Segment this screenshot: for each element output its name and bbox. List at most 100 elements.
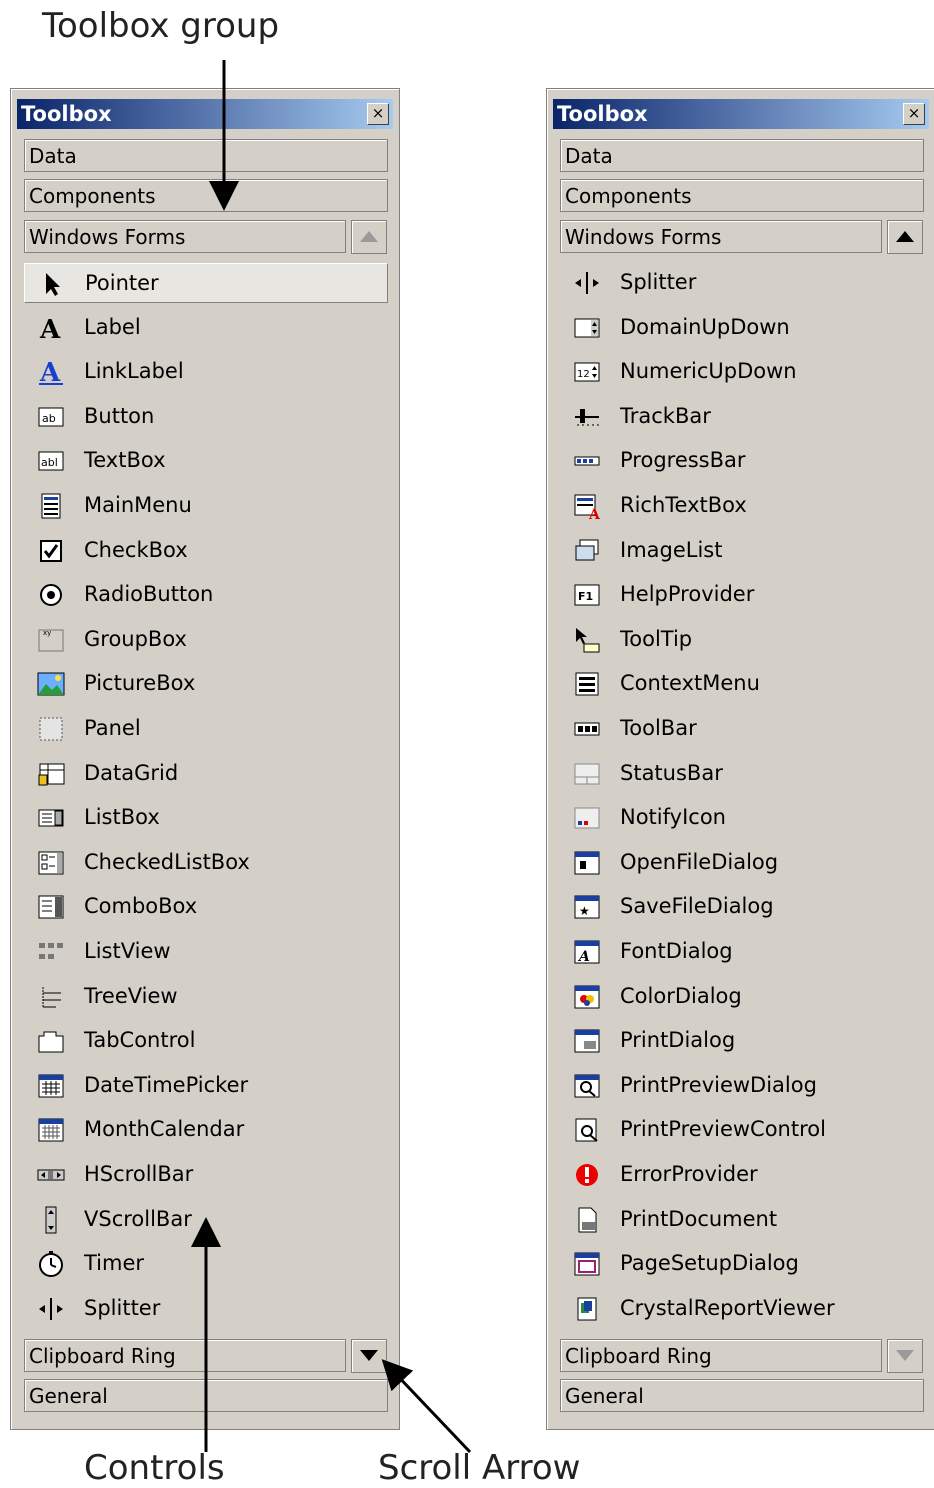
- toolbox-item[interactable]: Pointer: [24, 263, 388, 303]
- toolbox-item[interactable]: DateTimePicker: [24, 1066, 388, 1106]
- scroll-up-icon: [896, 231, 914, 242]
- toolbox-item[interactable]: ContextMenu: [560, 664, 924, 704]
- vscrollbar-icon: [36, 1206, 66, 1234]
- toolbox-item[interactable]: xy GroupBox: [24, 620, 388, 660]
- toolbox-item[interactable]: DomainUpDown: [560, 308, 924, 348]
- toolbox-item[interactable]: PrintDocument: [560, 1200, 924, 1240]
- treeview-icon: [36, 983, 66, 1011]
- printdialog-icon: [572, 1027, 602, 1055]
- section-components[interactable]: Components: [560, 179, 924, 212]
- close-button[interactable]: ×: [903, 103, 925, 125]
- toolbox-item[interactable]: NotifyIcon: [560, 798, 924, 838]
- toolbox-item[interactable]: TrackBar: [560, 397, 924, 437]
- toolbox-item-label: HScrollBar: [84, 1162, 194, 1186]
- toolbox-item[interactable]: ToolBar: [560, 709, 924, 749]
- toolbox-item[interactable]: 12 NumericUpDown: [560, 352, 924, 392]
- section-data[interactable]: Data: [24, 139, 388, 172]
- toolbox-item[interactable]: PrintPreviewControl: [560, 1110, 924, 1150]
- toolbox-item[interactable]: CheckedListBox: [24, 843, 388, 883]
- toolbox-item[interactable]: Panel: [24, 709, 388, 749]
- pagesetupdialog-icon: [572, 1250, 602, 1278]
- section-general[interactable]: General: [560, 1379, 924, 1412]
- toolbox-item[interactable]: A FontDialog: [560, 932, 924, 972]
- toolbox-item[interactable]: ErrorProvider: [560, 1155, 924, 1195]
- toolbox-item[interactable]: MainMenu: [24, 486, 388, 526]
- linklabel-icon: A: [36, 358, 66, 386]
- close-button[interactable]: ×: [367, 103, 389, 125]
- openfiledialog-icon: [572, 849, 602, 877]
- toolbox-item-label: Pointer: [85, 271, 159, 295]
- toolbox-item-label: TrackBar: [620, 403, 711, 428]
- toolbox-item[interactable]: OpenFileDialog: [560, 843, 924, 883]
- scroll-up-button[interactable]: [351, 220, 387, 254]
- toolbox-item[interactable]: ImageList: [560, 531, 924, 571]
- toolbox-item-label: ErrorProvider: [620, 1162, 758, 1186]
- section-clipboard-ring[interactable]: Clipboard Ring: [24, 1339, 346, 1372]
- section-components[interactable]: Components: [24, 179, 388, 212]
- toolbox-item-label: ToolTip: [620, 626, 693, 651]
- toolbox-item[interactable]: abl TextBox: [24, 441, 388, 481]
- toolbox-item-label: TabControl: [84, 1028, 196, 1053]
- scroll-arrow-pointer: [381, 1359, 472, 1454]
- toolbox-item[interactable]: Timer: [24, 1244, 388, 1284]
- savefiledialog-icon: ★: [572, 893, 602, 921]
- toolbox-item[interactable]: ListBox: [24, 798, 388, 838]
- toolbox-item[interactable]: ComboBox: [24, 887, 388, 927]
- domainupdown-icon: [572, 314, 602, 342]
- toolbox-item[interactable]: ★ SaveFileDialog: [560, 887, 924, 927]
- toolbox-item[interactable]: PictureBox: [24, 664, 388, 704]
- scroll-down-button[interactable]: [887, 1339, 923, 1373]
- mainmenu-icon: [36, 492, 66, 520]
- toolbox-item[interactable]: Splitter: [24, 1289, 388, 1329]
- controls-caption: Controls: [84, 1448, 225, 1488]
- toolbox-item-label: ToolBar: [620, 716, 697, 740]
- toolbox-titlebar[interactable]: Toolbox ×: [17, 99, 393, 129]
- section-general[interactable]: General: [24, 1379, 388, 1412]
- svg-text:A: A: [39, 358, 61, 386]
- toolbox-item[interactable]: TreeView: [24, 977, 388, 1017]
- toolbox-item[interactable]: A RichTextBox: [560, 486, 924, 526]
- section-clipboard-ring[interactable]: Clipboard Ring: [560, 1339, 882, 1372]
- richtextbox-icon: A: [572, 492, 602, 520]
- toolbox-item[interactable]: TabControl: [24, 1021, 388, 1061]
- toolbar-icon: [572, 715, 602, 743]
- toolbox-item[interactable]: DataGrid: [24, 754, 388, 794]
- toolbox-item-label: ListBox: [84, 805, 160, 830]
- close-icon: ×: [371, 104, 385, 122]
- helpprovider-icon: F1: [572, 581, 602, 609]
- toolbox-item[interactable]: PageSetupDialog: [560, 1244, 924, 1284]
- numericupdown-icon: 12: [572, 358, 602, 386]
- button-icon: ab: [36, 403, 66, 431]
- toolbox-item[interactable]: ListView: [24, 932, 388, 972]
- toolbox-item[interactable]: MonthCalendar: [24, 1110, 388, 1150]
- toolbox-item[interactable]: ab Button: [24, 397, 388, 437]
- toolbox-item[interactable]: CrystalReportViewer: [560, 1289, 924, 1329]
- toolbox-item[interactable]: RadioButton: [24, 575, 388, 615]
- toolbox-item[interactable]: Splitter: [560, 263, 924, 303]
- toolbox-item[interactable]: ToolTip: [560, 620, 924, 660]
- scroll-down-button[interactable]: [351, 1339, 387, 1373]
- toolbox-item[interactable]: ProgressBar: [560, 441, 924, 481]
- toolbox-item[interactable]: ColorDialog: [560, 977, 924, 1017]
- toolbox-item-label: GroupBox: [84, 626, 187, 651]
- toolbox-item[interactable]: PrintPreviewDialog: [560, 1066, 924, 1106]
- combobox-icon: [36, 893, 66, 921]
- section-windows-forms[interactable]: Windows Forms: [24, 220, 346, 253]
- toolbox-item[interactable]: VScrollBar: [24, 1200, 388, 1240]
- toolbox-item-label: VScrollBar: [84, 1206, 192, 1231]
- svg-text:12: 12: [577, 369, 590, 380]
- toolbox-item[interactable]: StatusBar: [560, 754, 924, 794]
- toolbox-titlebar[interactable]: Toolbox ×: [553, 99, 929, 129]
- section-windows-forms[interactable]: Windows Forms: [560, 220, 882, 253]
- toolbox-item[interactable]: CheckBox: [24, 531, 388, 571]
- toolbox-item-label: PrintDialog: [620, 1028, 736, 1053]
- toolbox-item[interactable]: HScrollBar: [24, 1155, 388, 1195]
- scroll-up-button[interactable]: [887, 220, 923, 254]
- pointer-icon: [37, 270, 67, 298]
- toolbox-group-caption: Toolbox group: [42, 6, 280, 46]
- toolbox-item[interactable]: A LinkLabel: [24, 352, 388, 392]
- toolbox-item[interactable]: F1 HelpProvider: [560, 575, 924, 615]
- section-data[interactable]: Data: [560, 139, 924, 172]
- toolbox-item[interactable]: A Label: [24, 308, 388, 348]
- toolbox-item[interactable]: PrintDialog: [560, 1021, 924, 1061]
